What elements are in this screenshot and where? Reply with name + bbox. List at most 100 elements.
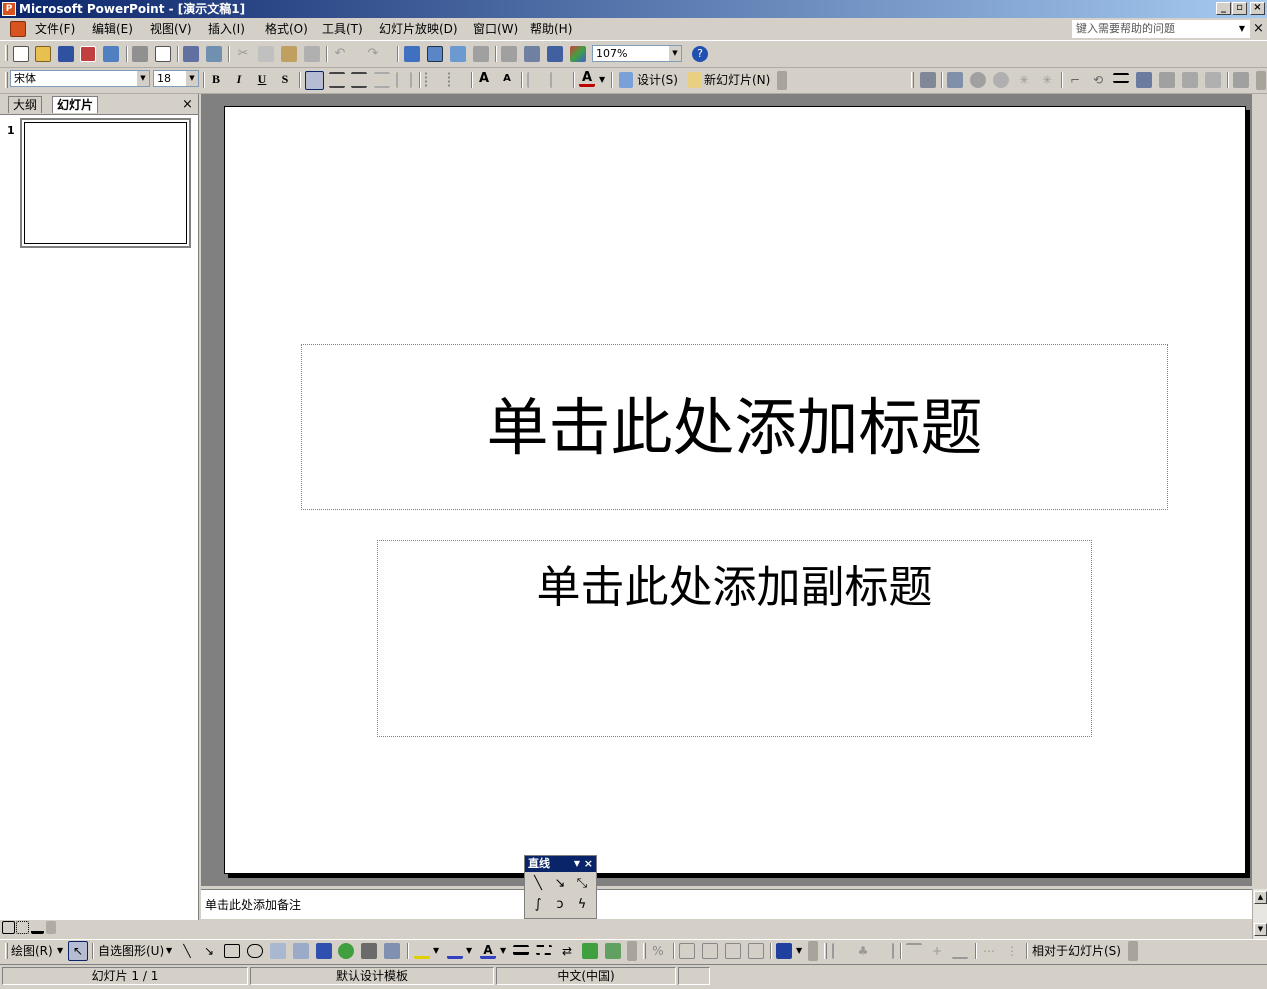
align-middle-icon[interactable]: + (929, 943, 945, 959)
menu-edit[interactable]: 编辑(E) (92, 21, 133, 37)
toolbar-grip[interactable] (5, 943, 8, 959)
tab-outline[interactable]: 大纲 (8, 96, 43, 113)
arrow-tool-icon[interactable]: ↘ (550, 875, 570, 893)
new-slide-button[interactable]: 新幻灯片(N) (704, 71, 770, 89)
chevron-down-icon[interactable]: ▼ (57, 942, 63, 960)
subtitle-placeholder[interactable]: 单击此处添加副标题 (377, 540, 1092, 737)
arrow-style-icon[interactable]: ⇄ (559, 943, 575, 959)
chevron-down-icon[interactable]: ▼ (796, 942, 802, 960)
chevron-down-icon[interactable]: ▼ (433, 942, 439, 960)
spelling-icon[interactable] (183, 46, 199, 62)
less-contrast-icon[interactable] (993, 72, 1009, 88)
arrow-icon[interactable]: ↘ (201, 943, 217, 959)
distribute-icon[interactable] (396, 72, 412, 88)
bring-forward-icon[interactable] (702, 943, 718, 959)
title-placeholder[interactable]: 单击此处添加标题 (301, 344, 1168, 510)
group-icon[interactable]: % (650, 943, 666, 959)
align-right-icon[interactable] (878, 943, 894, 959)
align-center-icon[interactable]: ♣ (855, 943, 871, 959)
bold-button[interactable]: B (207, 70, 225, 88)
toolbar-grip[interactable] (643, 943, 646, 959)
menu-help[interactable]: 帮助(H) (530, 21, 572, 37)
save-icon[interactable] (58, 46, 74, 62)
insert-chart-icon[interactable] (404, 46, 420, 62)
recolor-icon[interactable] (1159, 72, 1175, 88)
textbox-icon[interactable] (270, 943, 286, 959)
menu-format[interactable]: 格式(O) (265, 21, 308, 37)
increase-font-icon[interactable]: A (476, 71, 492, 87)
chevron-down-icon[interactable]: ▼ (1239, 21, 1245, 37)
reset-picture-icon[interactable] (1233, 72, 1249, 88)
email-icon[interactable] (103, 46, 119, 62)
chevron-down-icon[interactable]: ▼ (186, 71, 198, 86)
expand-all-icon[interactable] (501, 46, 517, 62)
toolbar-options-icon[interactable] (627, 941, 637, 961)
oval-icon[interactable] (247, 944, 263, 958)
scroll-left-icon[interactable] (46, 921, 56, 934)
help-icon[interactable]: ? (692, 46, 708, 62)
shadow-style-icon[interactable] (582, 943, 598, 959)
menu-file[interactable]: 文件(F) (35, 21, 75, 37)
decrease-font-icon[interactable]: A (499, 71, 515, 87)
toolbar-options-icon[interactable] (1128, 941, 1138, 961)
new-icon[interactable] (13, 46, 29, 62)
pane-close-icon[interactable]: × (178, 96, 197, 113)
document-icon[interactable] (10, 21, 26, 37)
document-close-icon[interactable]: × (1253, 21, 1264, 37)
tables-borders-icon[interactable] (450, 46, 466, 62)
open-icon[interactable] (35, 46, 51, 62)
new-slide-icon[interactable] (687, 72, 701, 88)
bullets-icon[interactable] (448, 72, 464, 88)
justify-icon[interactable] (374, 72, 390, 88)
double-arrow-tool-icon[interactable]: ⤡ (572, 875, 592, 893)
redo-icon[interactable]: ↷ (365, 46, 381, 62)
italic-button[interactable]: I (230, 70, 248, 88)
line-style-icon[interactable] (1113, 73, 1129, 83)
copy-icon[interactable] (258, 46, 274, 62)
hyperlink-icon[interactable] (473, 46, 489, 62)
menu-insert[interactable]: 插入(I) (208, 21, 245, 37)
vertical-textbox-icon[interactable] (293, 943, 309, 959)
chevron-down-icon[interactable]: ▼ (669, 46, 681, 61)
align-left-icon[interactable] (305, 71, 324, 90)
more-contrast-icon[interactable] (970, 72, 986, 88)
menu-view[interactable]: 视图(V) (150, 21, 192, 37)
insert-table-icon[interactable] (427, 46, 443, 62)
design-button[interactable]: 设计(S) (637, 71, 678, 89)
line-tool-icon[interactable]: ╲ (528, 875, 548, 893)
toolbar-grip[interactable] (5, 72, 8, 88)
zoom-combo[interactable]: 107% ▼ (592, 45, 682, 62)
toolbar-grip[interactable] (5, 45, 8, 61)
draw-menu-button[interactable]: 绘图(R) (11, 942, 53, 960)
grid-icon[interactable] (547, 46, 563, 62)
print-icon[interactable] (132, 46, 148, 62)
line-color-icon[interactable] (447, 943, 463, 959)
slide-sorter-view-icon[interactable] (16, 921, 29, 934)
decrease-indent-icon[interactable] (527, 72, 543, 88)
chevron-down-icon[interactable]: ▼ (166, 942, 172, 960)
rotate-icon[interactable]: ⟲ (1090, 72, 1106, 88)
close-icon[interactable]: × (1250, 2, 1265, 15)
menu-window[interactable]: 窗口(W) (473, 21, 518, 37)
chevron-down-icon[interactable]: ▼ (466, 942, 472, 960)
align-right-icon[interactable] (351, 72, 367, 88)
chevron-down-icon[interactable]: ▼ (574, 856, 580, 872)
scroll-up-icon[interactable]: ▲ (1254, 891, 1267, 904)
curve-tool-icon[interactable]: ∫ (528, 896, 548, 914)
chevron-down-icon[interactable]: ▼ (137, 71, 149, 86)
toolbar-options-icon[interactable] (777, 71, 787, 90)
set-transparent-color-icon[interactable] (1205, 72, 1221, 88)
line-palette-title[interactable]: 直线 ▼ × (525, 856, 596, 872)
color-icon[interactable] (947, 72, 963, 88)
3d-style-icon[interactable] (605, 943, 621, 959)
tab-slides[interactable]: 幻灯片 (52, 96, 99, 113)
menu-tools[interactable]: 工具(T) (322, 21, 363, 37)
clip-art-icon[interactable] (361, 943, 377, 959)
underline-button[interactable]: U (253, 70, 271, 88)
crop-icon[interactable]: ⌐ (1067, 72, 1083, 88)
select-objects-icon[interactable]: ↖ (68, 941, 88, 961)
nudge-icon[interactable] (748, 943, 764, 959)
toolbar-grip[interactable] (824, 943, 827, 959)
font-name-combo[interactable]: 宋体 ▼ (10, 70, 150, 87)
picture-icon[interactable] (384, 943, 400, 959)
